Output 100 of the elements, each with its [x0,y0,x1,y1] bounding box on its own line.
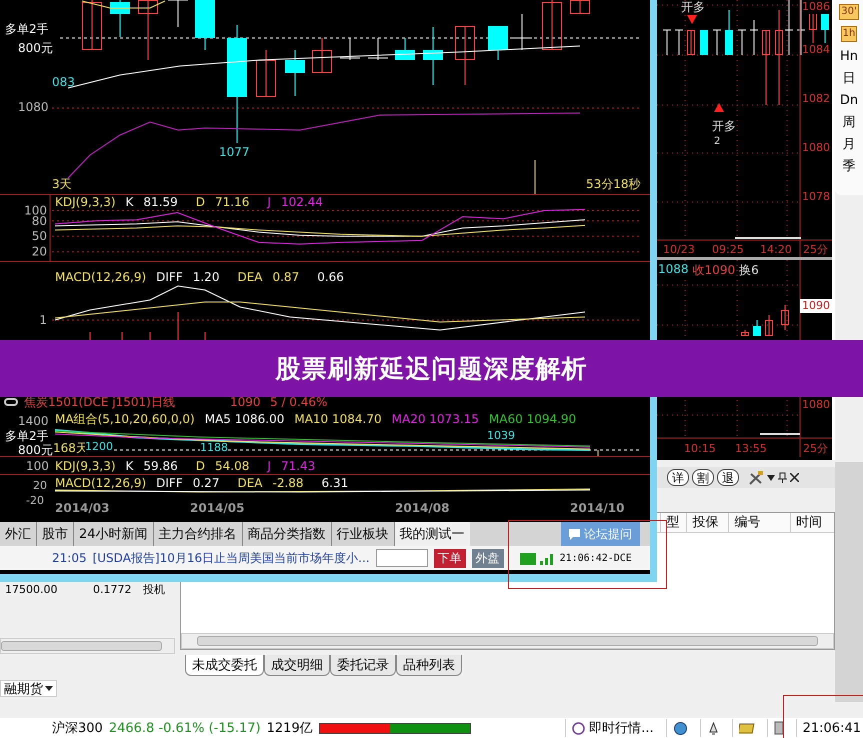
indicator-label: K [126,459,134,473]
bell-icon[interactable] [706,722,720,735]
candlestick [195,0,215,50]
candlestick [712,30,722,56]
indicator-name: MACD(12,26,9) [55,270,146,284]
price-label: 1188 [200,442,228,454]
signal-icon [520,551,554,565]
candlestick [488,26,508,60]
column-header[interactable]: 投保 [686,513,728,532]
date-label: 2014/08 [395,501,450,515]
period-button[interactable]: 月 [842,135,856,154]
candlestick [725,10,733,56]
column-header[interactable]: 编号 [728,513,790,532]
signal-label: 开多 [681,0,705,14]
indicator-value: 0.66 [317,270,344,284]
indicator-value: 71.43 [280,459,316,473]
interval-label: 25分 [803,442,828,456]
axis-label: 20 [32,244,47,259]
interval-label: 25分 [803,243,828,257]
axis-label: 1080 [18,100,49,114]
horizontal-scrollbar[interactable] [0,638,175,654]
candlestick [741,330,749,336]
period-button[interactable]: 日 [842,69,856,88]
candlestick [738,30,746,56]
table-cell-text: 投机 [142,583,166,596]
tab[interactable]: 未成交委托 [185,655,264,676]
position-label: 多单2手 [5,22,49,36]
news-headline[interactable]: [USDA报告]10月16日止当周美国当前市场年度小... [92,550,370,566]
toolbar-button[interactable]: 详 [667,469,689,486]
price-label: 1200 [85,441,113,453]
period-button[interactable]: 30' [839,4,859,20]
ma-value: MA60 1094.90 [488,412,576,426]
candlestick [138,0,158,60]
price-label: 1039 [487,430,515,442]
candlestick [82,0,102,50]
date-label: 2014/03 [55,501,110,515]
quote-value: 1088 [658,262,689,279]
price-label: 083 [52,75,75,89]
indicator-label: D [196,459,206,473]
indicator-label: K [126,195,134,209]
server-clock: 21:06:42-DCE [560,552,632,564]
horizontal-scrollbar[interactable] [181,633,834,649]
signal-count: 2 [714,135,720,149]
market-dropdown[interactable]: 融期货 [0,680,57,697]
period-button[interactable]: 1h [840,26,858,42]
candlestick [542,0,562,50]
candlestick [662,30,672,56]
price-value: 1090 [230,395,261,409]
indicator-label: DIFF [156,270,183,284]
axis-label: -20 [26,495,44,507]
turnover: 1219亿 [266,720,313,738]
outer-button[interactable]: 外盘 [472,548,504,568]
document-icon[interactable] [774,721,784,736]
axis-label: 50 [32,229,47,244]
axis-label: 20 [33,479,47,493]
margin-label: 800元 [18,443,53,456]
indicator-label: DIFF [156,476,183,490]
time-label: 13:55 [735,442,767,456]
clock-icon [572,722,586,735]
code-input-field[interactable] [376,549,428,567]
indicator-value: 6.31 [322,476,348,490]
candlestick [781,304,789,330]
candlestick [423,26,443,86]
candlestick [455,26,475,86]
card-icon[interactable] [738,722,755,734]
tab[interactable]: 品种列表 [396,655,462,676]
period-button[interactable]: Dn [840,91,858,110]
candlestick [753,320,761,336]
pin-icon[interactable] [778,472,787,483]
indicator-label: J [267,459,271,473]
candlestick [168,0,188,28]
tab[interactable]: 我的测试一 [394,522,470,546]
period-button[interactable]: Hn [840,47,858,66]
quote-value: 换6 [739,262,759,279]
tab[interactable]: 委托记录 [330,655,396,676]
period-button[interactable]: 周 [842,113,856,132]
range-marker [760,433,800,435]
position-label: 多单2手 [5,429,49,443]
table-cell-text: 17500.00 [4,583,58,596]
axis-label: 100 [26,459,49,473]
chart-title: 焦炭1501(DCE j1501)日线 [24,395,175,409]
indicator-value: 59.86 [143,459,178,473]
axis-label: 1086 [802,0,830,14]
ma-value: MA10 1084.70 [294,412,382,426]
close-icon[interactable] [790,473,799,482]
signal-label: 开多 [712,119,736,133]
ticker-text[interactable]: 即时行情... [589,719,654,738]
date-label: 2014/10 [570,501,624,515]
toolbar-button[interactable]: 退 [717,469,739,486]
period-label: 3天 [52,177,72,191]
globe-icon[interactable] [672,720,688,736]
indicator-value: 0.87 [272,270,300,284]
order-button[interactable]: 下单 [434,548,466,568]
indicator-label: D [196,195,206,209]
period-button[interactable]: 季 [842,157,856,176]
caret-icon [45,686,53,691]
column-header[interactable]: 时间 [790,513,834,532]
tab[interactable]: 成交明细 [264,655,330,676]
dropdown-icon[interactable] [767,474,775,480]
toolbar-button[interactable]: 割 [692,469,714,486]
